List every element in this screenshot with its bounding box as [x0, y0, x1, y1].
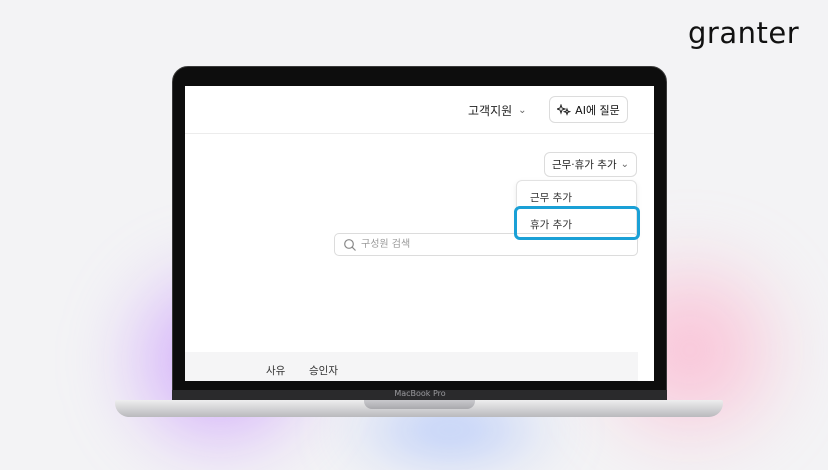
add-work-leave-button[interactable]: 근무·휴가 추가 ⌄	[544, 152, 637, 177]
table-header: 사유 승인자	[185, 352, 638, 381]
ai-ask-button[interactable]: AI에 질문	[549, 96, 628, 123]
laptop-notch	[364, 400, 475, 409]
column-reason: 사유	[266, 365, 286, 377]
support-menu[interactable]: 고객지원 ⌄	[468, 102, 527, 119]
support-label: 고객지원	[468, 104, 513, 118]
app-header: 고객지원 ⌄ AI에 질문	[185, 86, 654, 134]
brand-logo: granter	[688, 16, 800, 50]
sparkle-icon	[557, 103, 572, 116]
menu-item-add-work[interactable]: 근무 추가	[530, 190, 572, 205]
member-search-input[interactable]	[361, 237, 541, 252]
column-approver: 승인자	[309, 365, 338, 377]
laptop-model-label: MacBook Pro	[394, 389, 446, 398]
ai-ask-label: AI에 질문	[575, 103, 620, 117]
add-work-leave-label: 근무·휴가 추가	[551, 159, 617, 171]
chevron-down-icon: ⌄	[620, 159, 630, 170]
chevron-down-icon: ⌄	[518, 105, 527, 116]
leave-add-highlight	[514, 206, 640, 240]
search-icon	[344, 239, 356, 251]
